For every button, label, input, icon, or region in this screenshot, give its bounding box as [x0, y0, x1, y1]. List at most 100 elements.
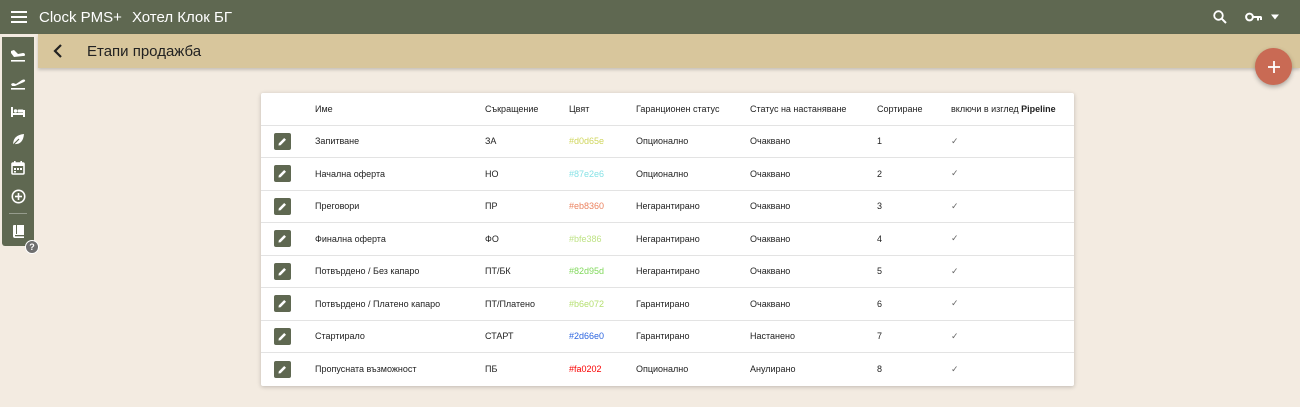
table-row: Стартирало СТАРТ #2d66e0 Гарантирано Настане… — [261, 320, 1074, 353]
pipeline-check: ✓ — [951, 157, 1074, 191]
hotel-name[interactable]: Хотел Клок БГ — [132, 9, 232, 26]
sidebar-item-housekeeping[interactable] — [2, 126, 34, 154]
stage-color: #eb8360 — [569, 190, 636, 223]
help-button[interactable]: ? — [25, 240, 39, 254]
search-button[interactable] — [1213, 10, 1227, 24]
stage-name: Потвърдено / Платено капаро — [315, 287, 485, 321]
user-menu-button[interactable] — [1245, 12, 1280, 22]
table-row: Пропусната възможност ПБ #fa0202 Опционално… — [261, 353, 1074, 386]
guarantee-status: Гарантирано — [636, 287, 750, 321]
accommodation-status: Очаквано — [750, 287, 877, 321]
top-app-bar: Clock PMS+ Хотел Клок БГ — [0, 0, 1300, 34]
calendar-icon — [11, 161, 25, 176]
column-header-pipeline[interactable]: включи в изглед Pipeline — [951, 93, 1074, 126]
sort-order: 4 — [877, 222, 951, 256]
guarantee-status: Негарантирано — [636, 222, 750, 256]
column-header-color[interactable]: Цвят — [569, 93, 636, 126]
edit-button[interactable] — [274, 132, 291, 150]
edit-button[interactable] — [274, 165, 291, 183]
stage-abbr: ПТ/БК — [485, 255, 569, 288]
edit-button[interactable] — [274, 230, 291, 248]
column-header-guarantee[interactable]: Гаранционен статус — [636, 93, 750, 126]
table-row: Финална оферта ФО #bfe386 Негарантирано Очак… — [261, 222, 1074, 256]
guarantee-status: Гарантирано — [636, 320, 750, 353]
sidebar-item-add[interactable] — [2, 182, 34, 210]
pencil-icon — [278, 365, 286, 373]
pipeline-header-prefix: включи в изглед — [951, 103, 1022, 114]
stage-abbr: ПТ/Платено — [485, 287, 569, 321]
sort-order: 8 — [877, 364, 883, 374]
top-actions — [1213, 0, 1280, 34]
pipeline-check: ✓ — [951, 222, 1074, 256]
edit-button[interactable] — [274, 295, 291, 313]
table-row: Потвърдено / Платено капаро ПТ/Платено #b6… — [261, 287, 1074, 321]
flight-takeoff-icon — [11, 79, 26, 91]
table-row: Потвърдено / Без капаро ПТ/БК #82d95d Негар… — [261, 255, 1074, 288]
actions-cell — [261, 125, 315, 158]
stage-abbr: ФО — [485, 222, 569, 256]
pipeline-header-word: Pipeline — [1021, 103, 1056, 114]
flight-land-icon — [11, 50, 25, 62]
pencil-icon — [278, 202, 286, 211]
column-header-sort[interactable]: Сортиране — [877, 93, 951, 126]
guarantee-status: Опционално — [636, 125, 750, 158]
edit-button[interactable] — [274, 327, 291, 345]
edit-button[interactable] — [274, 262, 291, 280]
stage-name: Начална оферта — [315, 157, 485, 191]
page-title: Етапи продажба — [87, 42, 202, 60]
stage-color: #b6e072 — [569, 287, 636, 321]
back-button[interactable] — [38, 34, 78, 68]
sort-order: 6 — [877, 287, 951, 321]
actions-cell — [261, 222, 315, 256]
accommodation-status: Анулирано — [750, 364, 796, 374]
actions-cell — [261, 157, 315, 191]
stage-abbr: ПБ — [485, 364, 498, 374]
stage-color: #fa0202 — [569, 364, 602, 374]
actions-cell — [261, 255, 315, 288]
pipeline-check: ✓ — [951, 255, 1074, 288]
edit-button[interactable] — [274, 360, 291, 378]
checkmark-icon: ✓ — [951, 200, 959, 211]
pipeline-check: ✓ — [951, 353, 1074, 386]
checkmark-icon: ✓ — [951, 168, 959, 179]
pencil-icon — [278, 332, 286, 341]
table-body: Запитване ЗА #d0d65e Опционално Очаквано 1 ✓ На… — [261, 125, 1074, 385]
guarantee-status: Негарантирано — [636, 190, 750, 223]
actions-cell — [261, 353, 315, 386]
accommodation-status: Настанено — [750, 320, 877, 353]
sort-order: 2 — [877, 157, 951, 191]
back-arrow-icon — [53, 44, 62, 58]
plus-icon — [1267, 60, 1280, 73]
pipeline-check: ✓ — [951, 320, 1074, 353]
stage-abbr: НО — [485, 157, 569, 191]
menu-icon — [11, 11, 27, 23]
sidebar-item-departures[interactable] — [2, 69, 34, 97]
sidebar-item-calendar[interactable] — [2, 154, 34, 182]
column-header-name[interactable]: Име — [315, 93, 485, 126]
edit-button[interactable] — [274, 197, 291, 215]
actions-cell — [261, 190, 315, 223]
stage-name: Запитване — [315, 125, 485, 158]
bed-icon — [11, 106, 25, 117]
sort-order: 1 — [877, 125, 951, 158]
sidebar-item-arrivals[interactable] — [2, 41, 34, 69]
column-header-abbr[interactable]: Съкращение — [485, 93, 569, 126]
stage-name: Пропусната възможност — [315, 364, 417, 374]
accommodation-status: Очаквано — [750, 222, 877, 256]
menu-button[interactable] — [0, 0, 38, 34]
app-name: Clock PMS+ — [39, 8, 122, 26]
checkmark-icon: ✓ — [951, 135, 959, 146]
table-row: Преговори ПР #eb8360 Негарантирано Очаквано 3… — [261, 190, 1074, 223]
checkmark-icon: ✓ — [951, 233, 959, 244]
checkmark-icon: ✓ — [951, 363, 959, 374]
table-row: Запитване ЗА #d0d65e Опционално Очаквано 1 ✓ — [261, 125, 1074, 158]
sidebar-item-rooms[interactable] — [2, 98, 34, 126]
actions-cell — [261, 287, 315, 321]
column-header-status[interactable]: Статус на настаняване — [750, 93, 877, 126]
sidebar-divider — [9, 212, 27, 214]
add-button[interactable] — [1255, 48, 1292, 85]
table-row: Начална оферта НО #87e2e6 Опционално Очакван… — [261, 157, 1074, 191]
column-header-actions — [261, 93, 315, 126]
stage-name: Преговори — [315, 190, 485, 223]
guarantee-status: Опционално — [636, 157, 750, 191]
